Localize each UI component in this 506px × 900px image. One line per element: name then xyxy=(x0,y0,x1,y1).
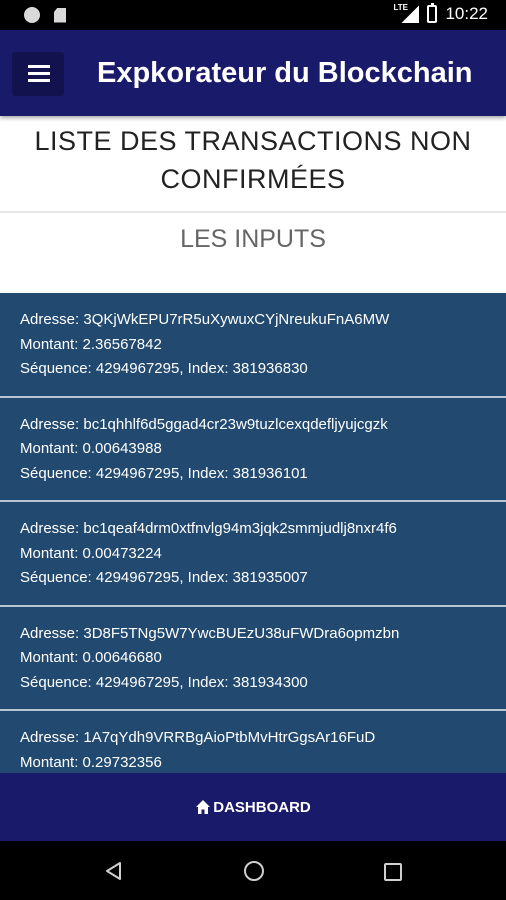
app-title: Expkorateur du Blockchain xyxy=(97,57,473,89)
app-bar: Expkorateur du Blockchain xyxy=(0,30,506,116)
list-item[interactable]: Adresse: 3D8F5TNg5W7YwcBUEzU38uFWDra6opm… xyxy=(0,607,506,711)
home-circle-icon[interactable] xyxy=(244,861,264,881)
amount-text: Montant: 0.00646680 xyxy=(20,649,162,666)
back-icon[interactable] xyxy=(104,861,122,881)
system-nav-bar xyxy=(0,841,506,900)
recents-icon[interactable] xyxy=(384,863,402,881)
status-left-icons xyxy=(24,7,66,23)
address-text: Adresse: 1A7qYdh9VRRBgAioPtbMvHtrGgsAr16… xyxy=(20,729,376,746)
status-right: LTE 10:22 xyxy=(393,3,488,24)
home-icon xyxy=(196,800,211,814)
list-item[interactable]: Adresse: bc1qeaf4drm0xtfnvlg94m3jqk2smmj… xyxy=(0,502,506,607)
sequence-text: Séquence: 4294967295, Index: 381934300 xyxy=(20,673,308,691)
dashboard-button[interactable]: DASHBOARD xyxy=(160,787,346,827)
sequence-text: Séquence: 4294967295, Index: 381936830 xyxy=(20,360,308,377)
list-item[interactable]: Adresse: 1A7qYdh9VRRBgAioPtbMvHtrGgsAr16… xyxy=(0,711,506,773)
signal-icon: LTE xyxy=(393,3,420,23)
status-time: 10:22 xyxy=(445,4,488,23)
sd-card-icon xyxy=(54,7,66,23)
address-text: Adresse: bc1qhhlf6d5ggad4cr23w9tuzlcexqd… xyxy=(20,415,388,433)
amount-text: Montant: 0.00473224 xyxy=(20,544,162,562)
section-title: LES INPUTS xyxy=(180,225,326,253)
circle-icon xyxy=(24,7,40,23)
amount-text: Montant: 2.36567842 xyxy=(20,335,162,353)
bottom-bar: DASHBOARD xyxy=(0,773,506,841)
address-text: Adresse: 3QKjWkEPU7rR5uXywuxCYjNreukuFnA… xyxy=(20,311,390,328)
status-bar: LTE 10:22 xyxy=(0,0,506,30)
page-title: LISTE DES TRANSACTIONS NON CONFIRMÉES xyxy=(34,126,472,194)
address-text: Adresse: 3D8F5TNg5W7YwcBUEzU38uFWDra6opm… xyxy=(20,624,400,642)
network-type: LTE xyxy=(393,3,408,12)
amount-text: Montant: 0.29732356 xyxy=(20,753,162,771)
dashboard-label: DASHBOARD xyxy=(213,798,311,816)
inputs-list[interactable]: Adresse: 3QKjWkEPU7rR5uXywuxCYjNreukuFnA… xyxy=(0,293,506,773)
battery-icon xyxy=(427,3,438,23)
sequence-text: Séquence: 4294967295, Index: 381935007 xyxy=(20,569,308,586)
sequence-text: Séquence: 4294967295, Index: 381936101 xyxy=(20,464,308,482)
amount-text: Montant: 0.00643988 xyxy=(20,440,162,457)
menu-button[interactable] xyxy=(12,52,64,96)
divider xyxy=(0,211,506,213)
list-item[interactable]: Adresse: bc1qhhlf6d5ggad4cr23w9tuzlcexqd… xyxy=(0,398,506,502)
list-item[interactable]: Adresse: 3QKjWkEPU7rR5uXywuxCYjNreukuFnA… xyxy=(0,293,506,398)
address-text: Adresse: bc1qeaf4drm0xtfnvlg94m3jqk2smmj… xyxy=(20,520,397,537)
